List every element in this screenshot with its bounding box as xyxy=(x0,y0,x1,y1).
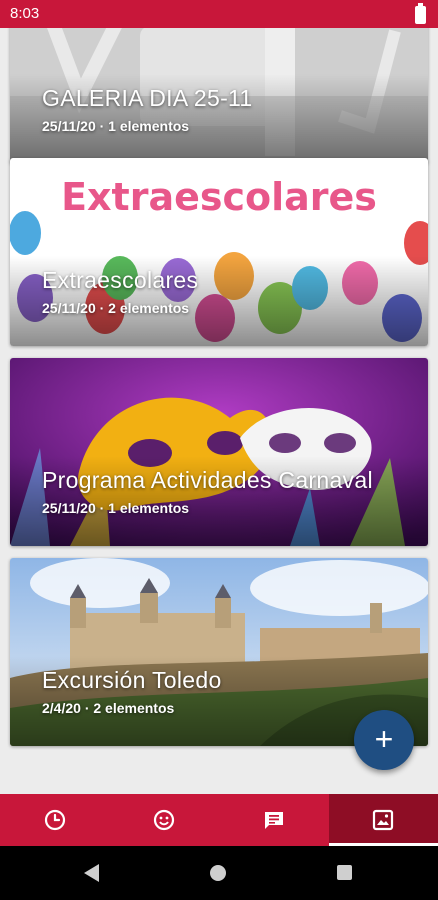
album-title: Excursión Toledo xyxy=(42,667,222,693)
system-navigation-bar xyxy=(0,846,438,900)
plus-icon: + xyxy=(374,721,394,757)
bottom-navigation xyxy=(0,794,438,846)
album-meta: 25/11/20 · 2 elementos xyxy=(42,300,190,316)
album-list[interactable]: GALERIA DIA 25-11 25/11/20 · 1 elementos… xyxy=(0,28,438,794)
tab-messages[interactable] xyxy=(219,794,329,846)
message-icon xyxy=(264,812,283,829)
status-time: 8:03 xyxy=(10,5,40,22)
gallery-icon xyxy=(373,809,394,831)
battery-icon xyxy=(415,3,426,24)
clock-icon xyxy=(44,809,65,831)
album-meta: 25/11/20 · 1 elementos xyxy=(42,500,190,516)
album-card-extraescolares[interactable]: Extraescolares Extraescolares 25/11/20 ·… xyxy=(10,158,428,346)
tab-gallery[interactable] xyxy=(328,794,438,846)
status-bar: 8:03 xyxy=(0,0,438,28)
album-title: GALERIA DIA 25-11 xyxy=(42,85,253,111)
album-meta: 2/4/20 · 2 elementos xyxy=(42,700,175,716)
cover-text: Extraescolares xyxy=(61,175,377,219)
smiley-icon xyxy=(154,809,175,831)
album-card-carnaval[interactable]: Programa Actividades Carnaval 25/11/20 ·… xyxy=(10,358,428,546)
album-title: Extraescolares xyxy=(42,267,199,293)
add-album-button[interactable]: + xyxy=(354,710,414,770)
album-card-galeria[interactable]: GALERIA DIA 25-11 25/11/20 · 1 elementos xyxy=(10,28,428,164)
album-title: Programa Actividades Carnaval xyxy=(42,467,373,493)
tab-activities[interactable] xyxy=(110,794,220,846)
back-icon[interactable] xyxy=(84,864,99,882)
home-icon[interactable] xyxy=(210,865,226,881)
recent-apps-icon[interactable] xyxy=(337,865,352,880)
album-meta: 25/11/20 · 1 elementos xyxy=(42,118,190,134)
tab-recent[interactable] xyxy=(0,794,110,846)
